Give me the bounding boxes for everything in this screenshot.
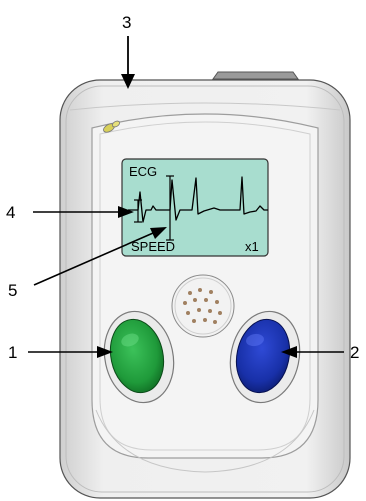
top-connector (212, 71, 299, 80)
lcd-screen: ECG SPEED x1 (121, 158, 269, 257)
callout-2-number: 2 (350, 343, 359, 362)
callout-4-number: 4 (6, 203, 15, 222)
callout-3: 3 (121, 13, 135, 89)
callout-1-number: 1 (8, 343, 17, 362)
lcd-speed-value: x1 (245, 239, 259, 254)
speaker-grille-icon (171, 274, 235, 338)
lcd-mode-label: ECG (129, 164, 157, 179)
callout-5-number: 5 (8, 281, 17, 300)
callout-3-number: 3 (122, 13, 131, 32)
lcd-speed-label: SPEED (131, 239, 175, 254)
ecg-recorder-diagram: ECG SPEED x1 3 4 5 1 2 (6, 13, 359, 499)
